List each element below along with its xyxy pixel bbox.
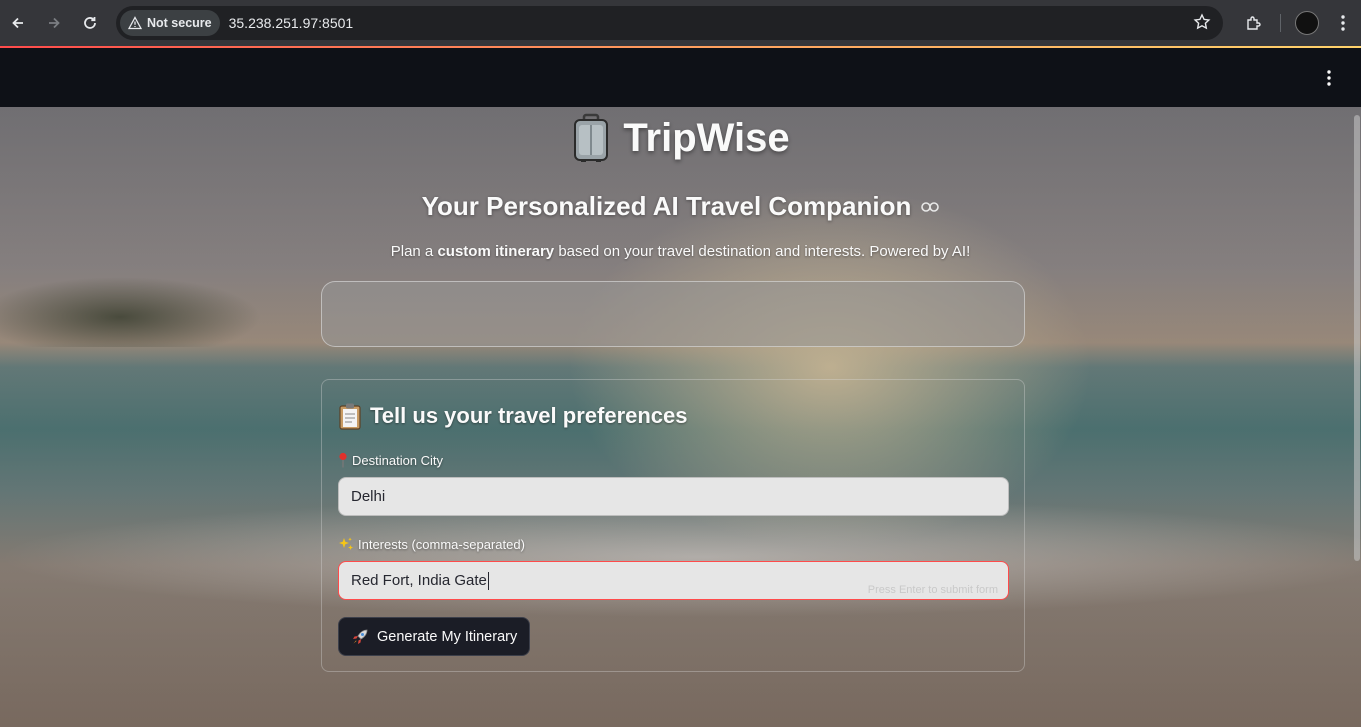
anchor-link-icon[interactable] bbox=[921, 201, 940, 212]
rocket-icon bbox=[353, 629, 368, 644]
security-label: Not secure bbox=[147, 16, 212, 30]
destination-value: Delhi bbox=[351, 488, 386, 505]
page-subtitle: Your Personalized AI Travel Companion bbox=[0, 191, 1361, 222]
back-arrow-icon bbox=[12, 17, 23, 29]
interests-value: Red Fort, India Gate bbox=[351, 572, 487, 589]
url-text[interactable]: 35.238.251.97:8501 bbox=[229, 15, 354, 31]
tagline: Plan a custom itinerary based on your tr… bbox=[0, 243, 1361, 260]
kebab-menu-icon bbox=[1341, 15, 1345, 31]
destination-label: Destination City bbox=[338, 452, 443, 468]
tagline-bold: custom itinerary bbox=[437, 243, 555, 260]
page-scrollbar[interactable] bbox=[1353, 107, 1361, 727]
tagline-suffix: based on your travel destination and int… bbox=[554, 243, 971, 260]
main-content: TripWise Your Personalized AI Travel Com… bbox=[0, 107, 1361, 727]
reload-button[interactable] bbox=[72, 5, 108, 41]
interests-label-text: Interests (comma-separated) bbox=[358, 536, 525, 552]
kebab-menu-icon bbox=[1327, 70, 1331, 86]
generate-itinerary-button[interactable]: Generate My Itinerary bbox=[338, 617, 531, 656]
forward-arrow-icon bbox=[49, 17, 60, 29]
forward-button[interactable] bbox=[36, 5, 72, 41]
destination-label-text: Destination City bbox=[352, 452, 444, 468]
scrollbar-thumb[interactable] bbox=[1354, 115, 1360, 561]
generate-button-label: Generate My Itinerary bbox=[377, 628, 518, 645]
submit-hint: Press Enter to submit form bbox=[867, 584, 998, 596]
toolbar-divider bbox=[1280, 14, 1281, 32]
puzzle-icon bbox=[1247, 16, 1261, 30]
back-button[interactable] bbox=[0, 5, 36, 41]
profile-avatar[interactable] bbox=[1295, 11, 1319, 35]
app-title-text: TripWise bbox=[623, 115, 790, 160]
sparkles-icon bbox=[339, 537, 353, 550]
destination-input[interactable]: Delhi bbox=[338, 477, 1009, 516]
text-caret bbox=[487, 571, 489, 590]
warning-icon bbox=[128, 16, 142, 30]
pin-icon bbox=[339, 452, 347, 468]
address-bar[interactable]: Not secure 35.238.251.97:8501 bbox=[116, 6, 1223, 40]
browser-menu-button[interactable] bbox=[1325, 5, 1361, 41]
clipboard-icon bbox=[339, 403, 361, 430]
subtitle-text: Your Personalized AI Travel Companion bbox=[421, 191, 912, 221]
site-security-chip[interactable]: Not secure bbox=[120, 10, 220, 36]
interests-label: Interests (comma-separated) bbox=[338, 536, 525, 552]
form-heading-text: Tell us your travel preferences bbox=[370, 403, 688, 428]
app-header bbox=[0, 48, 1361, 107]
reload-icon bbox=[84, 17, 96, 29]
tagline-prefix: Plan a bbox=[390, 243, 438, 260]
interests-input[interactable]: Red Fort, India Gate Press Enter to subm… bbox=[338, 561, 1009, 600]
background-palms bbox=[0, 257, 280, 347]
app-main-menu-button[interactable] bbox=[1317, 66, 1341, 90]
empty-glass-panel bbox=[321, 281, 1025, 347]
form-heading: Tell us your travel preferences bbox=[338, 402, 688, 430]
bookmark-star-icon[interactable] bbox=[1193, 13, 1211, 36]
luggage-icon bbox=[574, 113, 609, 162]
extensions-button[interactable] bbox=[1236, 5, 1272, 41]
browser-toolbar: Not secure 35.238.251.97:8501 bbox=[0, 0, 1361, 46]
preferences-form: Tell us your travel preferences Destinat… bbox=[321, 379, 1025, 672]
page-title: TripWise bbox=[0, 113, 1361, 163]
